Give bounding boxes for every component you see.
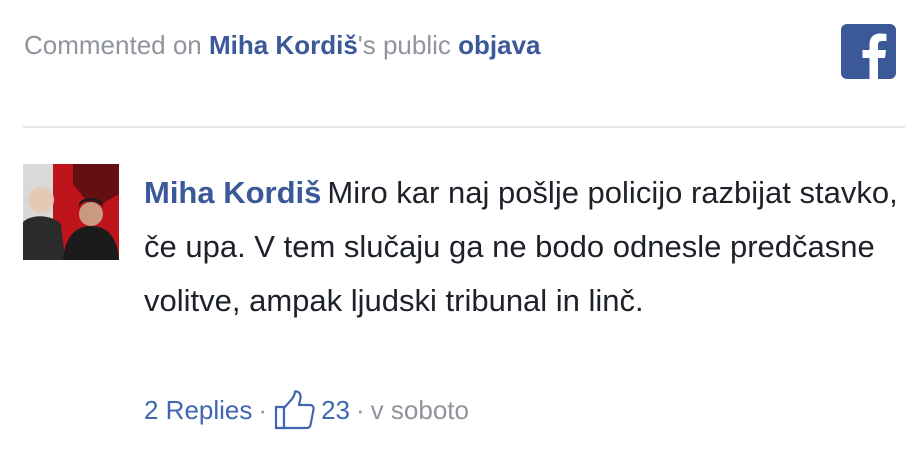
avatar[interactable] [23,164,119,260]
comment-timestamp[interactable]: v soboto [371,395,469,426]
thumbs-up-icon[interactable] [273,390,315,430]
facebook-icon[interactable] [841,24,896,79]
post-author-link[interactable]: Miha Kordiš [209,30,358,60]
like-count[interactable]: 23 [321,395,350,426]
post-link[interactable]: objava [458,30,540,60]
comment-footer: 2 Replies · 23 · v soboto [144,390,469,430]
divider [23,126,905,128]
comment-body: Miha Kordiš Miro kar naj pošlje policijo … [144,166,904,328]
separator: · [258,394,268,425]
comment-author-link[interactable]: Miha Kordiš [144,175,321,210]
header-prefix: Commented on [24,30,209,60]
comment-context-header: Commented on Miha Kordiš's public objava [24,30,541,61]
separator: · [356,394,365,425]
replies-link[interactable]: 2 Replies [144,395,252,426]
header-middle: 's public [357,30,459,60]
